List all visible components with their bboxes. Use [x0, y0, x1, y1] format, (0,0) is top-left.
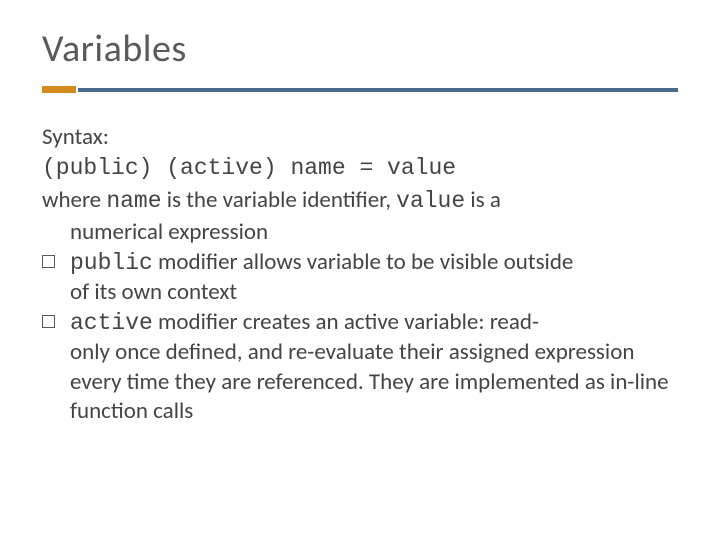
bullet-cont: of its own context [70, 278, 678, 307]
bullet-code: public [70, 250, 153, 276]
where-cont: numerical expression [42, 218, 678, 247]
bullet-box-icon [42, 255, 55, 268]
bullet-list: public modifier allows variable to be vi… [42, 248, 678, 427]
bullet-cont: only once defined, and re-evaluate their… [70, 338, 678, 426]
list-item: active modifier creates an active variab… [42, 308, 678, 427]
where-name-code: name [106, 188, 161, 214]
bullet-rest: modifier allows variable to be visible o… [153, 248, 574, 276]
list-item: public modifier allows variable to be vi… [42, 248, 678, 308]
slide-title: Variables [42, 26, 678, 72]
where-value-code: value [396, 188, 465, 214]
title-rule [42, 86, 678, 93]
where-suffix: is a [465, 186, 501, 214]
syntax-label: Syntax: [42, 123, 678, 152]
bullet-box-icon [42, 315, 55, 328]
bullet-rest: modifier creates an active variable: rea… [153, 308, 539, 336]
slide: Variables Syntax: (public) (active) name… [0, 0, 720, 540]
bullet-code: active [70, 310, 153, 336]
slide-body: Syntax: (public) (active) name = value w… [42, 123, 678, 426]
rule-line [78, 88, 678, 92]
syntax-line: (public) (active) name = value [42, 154, 678, 183]
where-line: where name is the variable identifier, v… [42, 186, 678, 216]
rule-accent [42, 86, 76, 93]
where-prefix: where [42, 186, 106, 214]
where-mid: is the variable identifier, [162, 186, 397, 214]
